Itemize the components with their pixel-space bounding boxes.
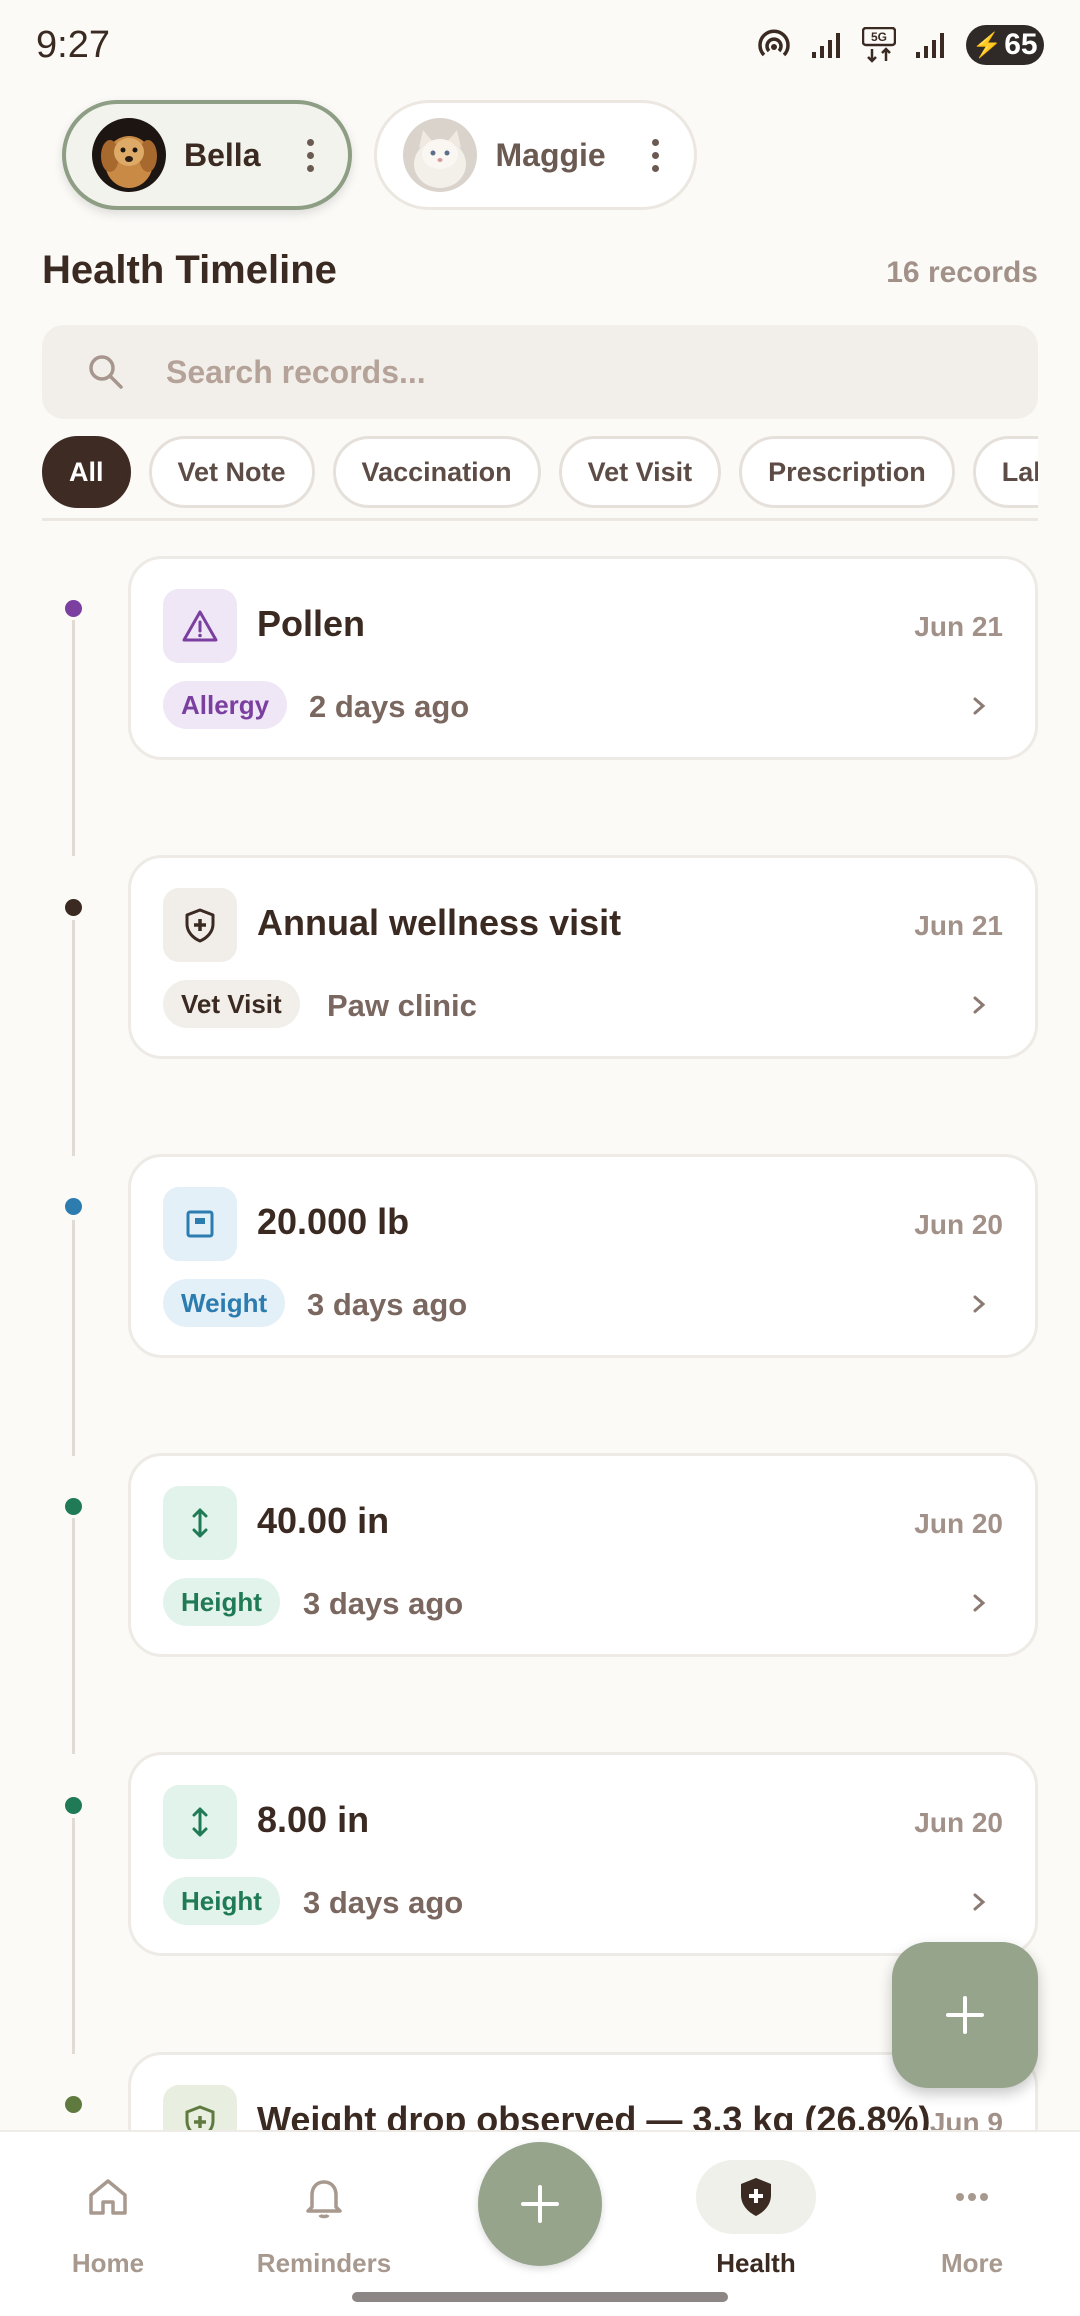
plus-icon — [946, 1996, 984, 2034]
search-input[interactable]: Search records... — [42, 325, 1038, 419]
record-tag: Vet Visit — [163, 980, 300, 1028]
timeline-line — [72, 1518, 75, 1754]
pet-chip-bella[interactable]: Bella — [62, 100, 353, 210]
timeline-dot-weight — [65, 1198, 82, 1215]
search-placeholder: Search records... — [166, 353, 426, 390]
record-subtitle: 3 days ago — [303, 1586, 464, 1621]
timeline-dot-note — [65, 2096, 82, 2113]
record-title: 20.000 lb — [257, 1201, 410, 1242]
timeline-dot-height — [65, 1498, 82, 1515]
avatar — [92, 118, 166, 192]
signal-icon-2 — [916, 33, 944, 58]
avatar — [403, 118, 478, 192]
more-vert-icon[interactable] — [642, 138, 670, 172]
filter-chip-all[interactable]: All — [42, 436, 131, 508]
bell-icon — [264, 2160, 384, 2234]
page-title: Health Timeline — [42, 248, 337, 292]
timeline-dot-height — [65, 1797, 82, 1814]
home-icon — [48, 2160, 168, 2234]
timeline-line — [72, 920, 75, 1156]
add-record-button[interactable] — [892, 1942, 1038, 2088]
timeline-line — [72, 620, 75, 856]
nav-label: Home — [71, 2248, 145, 2278]
chevron-right-icon — [973, 996, 986, 1014]
pet-chip-maggie[interactable]: Maggie — [374, 100, 697, 210]
timeline-line — [72, 1220, 75, 1456]
chevron-right-icon — [973, 1295, 986, 1313]
record-tag: Height — [163, 1877, 280, 1925]
record-count: 16 records — [886, 256, 1038, 289]
timeline-dot-allergy — [65, 600, 82, 617]
svg-text:5G: 5G — [871, 30, 887, 44]
chevron-right-icon — [973, 697, 986, 715]
health-shield-icon — [696, 2160, 816, 2234]
timeline-dot-vet-visit — [65, 899, 82, 916]
warning-icon — [163, 589, 237, 663]
record-date: Jun 20 — [914, 1508, 1003, 1539]
record-title: 8.00 in — [257, 1799, 370, 1840]
status-bar: 9:27 5G ⚡ 65 — [0, 0, 1080, 90]
nav-home[interactable]: Home — [18, 2160, 198, 2279]
nav-label: Health — [716, 2248, 796, 2278]
search-icon — [89, 355, 123, 389]
record-title: Annual wellness visit — [257, 902, 622, 943]
record-card[interactable]: Pollen Jun 21 Allergy 2 days ago — [128, 556, 1038, 760]
status-time: 9:27 — [36, 23, 110, 66]
record-date: Jun 21 — [914, 910, 1003, 941]
scale-icon — [163, 1187, 237, 1261]
record-subtitle: 3 days ago — [307, 1287, 468, 1322]
chevron-right-icon — [973, 1594, 986, 1612]
filter-chip-vaccination[interactable]: Vaccination — [332, 436, 541, 508]
record-title: 40.00 in — [257, 1500, 390, 1541]
chevron-right-icon — [973, 1893, 986, 1911]
pet-selector: Bella Maggie — [62, 100, 697, 210]
record-subtitle: 3 days ago — [303, 1885, 464, 1920]
hotspot-icon — [758, 29, 790, 57]
record-subtitle: 2 days ago — [309, 689, 470, 724]
nav-label: More — [940, 2248, 1004, 2278]
more-vert-icon[interactable] — [296, 138, 324, 172]
record-tag: Weight — [163, 1279, 286, 1327]
battery-level: 65 — [1004, 28, 1038, 61]
record-tag: Height — [163, 1578, 280, 1626]
record-date: Jun 21 — [914, 611, 1003, 642]
record-card[interactable]: Annual wellness visit Jun 21 Vet Visit P… — [128, 855, 1038, 1059]
filter-chip-vet-note[interactable]: Vet Note — [148, 436, 315, 508]
filter-chip-vet-visit[interactable]: Vet Visit — [558, 436, 722, 508]
height-icon — [163, 1486, 237, 1560]
record-tag: Allergy — [163, 681, 288, 729]
charging-icon: ⚡ — [972, 31, 1003, 59]
home-indicator[interactable] — [352, 2292, 728, 2302]
nav-reminders[interactable]: Reminders — [234, 2160, 414, 2279]
shield-icon — [163, 888, 237, 962]
filter-chips: All Vet Note Vaccination Vet Visit Presc… — [42, 436, 1038, 520]
record-card[interactable]: 40.00 in Jun 20 Height 3 days ago — [128, 1453, 1038, 1657]
record-date: Jun 20 — [914, 1807, 1003, 1838]
timeline-line — [72, 1818, 75, 2054]
record-card[interactable]: 20.000 lb Jun 20 Weight 3 days ago — [128, 1154, 1038, 1358]
record-date: Jun 20 — [914, 1209, 1003, 1240]
plus-icon — [521, 2185, 559, 2223]
nav-health[interactable]: Health — [666, 2160, 846, 2279]
record-card[interactable]: 8.00 in Jun 20 Height 3 days ago — [128, 1752, 1038, 1956]
nav-label: Reminders — [256, 2248, 392, 2278]
pet-name: Maggie — [495, 136, 606, 173]
signal-icon — [812, 33, 840, 58]
nav-more[interactable]: More — [882, 2160, 1062, 2279]
battery-indicator: ⚡ 65 — [966, 25, 1044, 65]
record-subtitle: Paw clinic — [327, 988, 477, 1023]
5g-icon: 5G — [862, 27, 896, 63]
record-title: Pollen — [257, 603, 366, 644]
more-horiz-icon — [912, 2160, 1032, 2234]
pet-name: Bella — [184, 136, 261, 173]
divider — [42, 518, 1038, 521]
height-icon — [163, 1785, 237, 1859]
filter-chip-lab[interactable]: Lab R — [972, 436, 1038, 508]
add-button[interactable] — [478, 2142, 602, 2266]
status-icons: 5G ⚡ 65 — [756, 25, 1044, 65]
filter-chip-prescription[interactable]: Prescription — [739, 436, 955, 508]
